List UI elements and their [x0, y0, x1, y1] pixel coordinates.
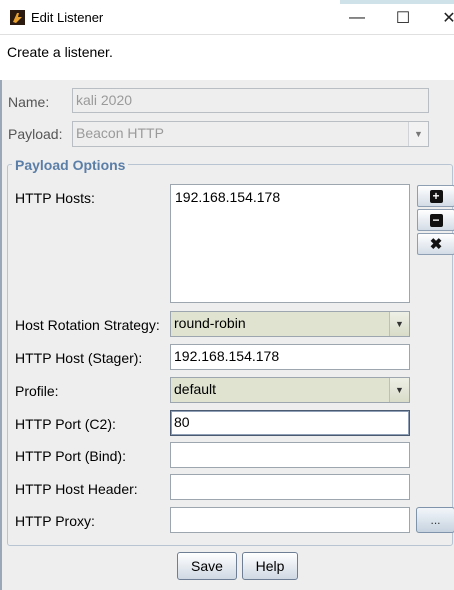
- host-header-label: HTTP Host Header:: [15, 481, 138, 497]
- profile-select[interactable]: default ▼: [170, 377, 410, 403]
- profile-label: Profile:: [15, 383, 59, 399]
- rotation-value: round-robin: [174, 315, 246, 331]
- http-hosts-label: HTTP Hosts:: [15, 190, 95, 206]
- description-text: Create a listener.: [7, 44, 113, 60]
- add-host-button[interactable]: +: [417, 185, 454, 207]
- chevron-down-icon: ▼: [389, 378, 409, 402]
- proxy-field[interactable]: [170, 507, 410, 533]
- http-hosts-item[interactable]: 192.168.154.178: [175, 189, 280, 205]
- stager-field[interactable]: 192.168.154.178: [170, 344, 410, 370]
- save-button[interactable]: Save: [177, 552, 237, 580]
- help-button[interactable]: Help: [242, 552, 298, 580]
- window-title: Edit Listener: [31, 10, 104, 25]
- description-panel: Create a listener.: [0, 34, 454, 82]
- minus-icon: −: [429, 213, 443, 227]
- proxy-label: HTTP Proxy:: [15, 513, 95, 529]
- plus-icon: +: [429, 189, 443, 203]
- chevron-down-icon: ▼: [389, 312, 409, 336]
- title-bar: Edit Listener — ☐ ✕: [0, 0, 454, 34]
- proxy-browse-button[interactable]: ...: [416, 507, 454, 533]
- port-c2-label: HTTP Port (C2):: [15, 416, 116, 432]
- name-label: Name:: [8, 94, 50, 110]
- chevron-down-icon: ▼: [408, 122, 428, 146]
- port-bind-label: HTTP Port (Bind):: [15, 448, 126, 464]
- http-hosts-list[interactable]: 192.168.154.178: [170, 184, 410, 303]
- close-button[interactable]: ✕: [432, 6, 454, 30]
- payload-options-title: Payload Options: [12, 157, 129, 173]
- title-accent-strip: [340, 0, 454, 4]
- app-icon: [10, 10, 25, 25]
- stager-label: HTTP Host (Stager):: [15, 350, 143, 366]
- rotation-label: Host Rotation Strategy:: [15, 317, 160, 333]
- payload-select[interactable]: Beacon HTTP ▼: [72, 121, 429, 147]
- x-icon: ✖: [429, 236, 443, 253]
- minimize-button[interactable]: —: [340, 6, 374, 30]
- remove-host-button[interactable]: −: [417, 209, 454, 231]
- payload-value: Beacon HTTP: [76, 125, 164, 141]
- host-header-field[interactable]: [170, 474, 410, 500]
- port-bind-field[interactable]: [170, 442, 410, 468]
- form-panel: Name: kali 2020 Payload: Beacon HTTP ▼ P…: [0, 80, 454, 590]
- name-field[interactable]: kali 2020: [72, 88, 429, 113]
- payload-label: Payload:: [8, 126, 63, 142]
- maximize-button[interactable]: ☐: [386, 6, 420, 30]
- port-c2-field[interactable]: 80: [170, 410, 410, 436]
- clear-hosts-button[interactable]: ✖: [417, 233, 454, 255]
- profile-value: default: [174, 381, 217, 397]
- rotation-select[interactable]: round-robin ▼: [170, 311, 410, 337]
